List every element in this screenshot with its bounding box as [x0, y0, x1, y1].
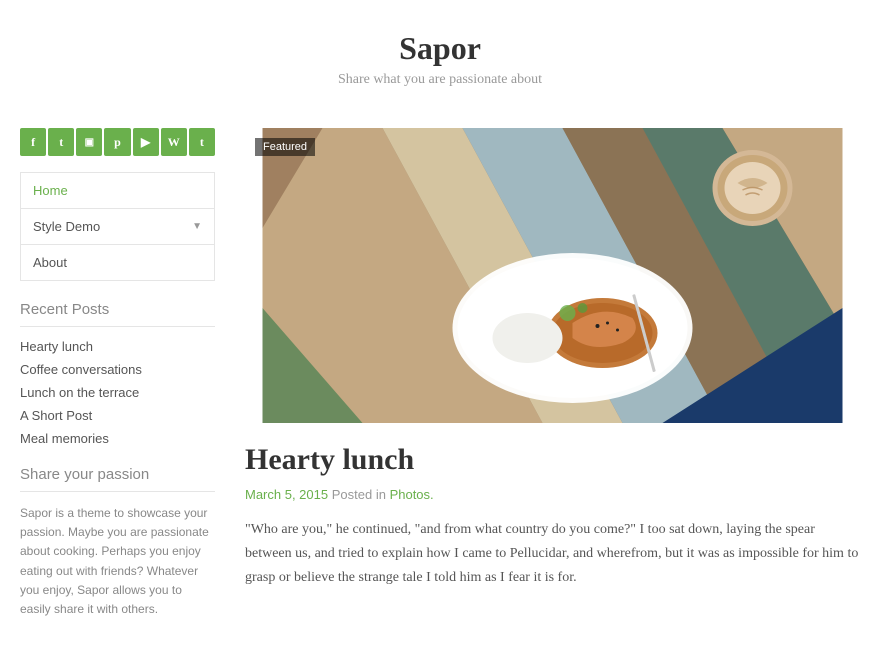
nav-style-demo-label: Style Demo: [33, 219, 100, 234]
page-wrapper: Sapor Share what you are passionate abou…: [0, 0, 880, 639]
nav-style-demo[interactable]: Style Demo ▼: [21, 209, 214, 245]
recent-posts-section: Recent Posts Hearty lunch Coffee convers…: [20, 301, 215, 446]
site-tagline: Share what you are passionate about: [20, 72, 860, 88]
main-layout: f t ▣ p ▶ W t Home Style Demo ▼ About Re…: [20, 108, 860, 639]
featured-image: [245, 128, 860, 423]
pinterest-icon[interactable]: p: [104, 128, 130, 156]
sidebar: f t ▣ p ▶ W t Home Style Demo ▼ About Re…: [20, 128, 215, 639]
youtube-icon[interactable]: ▶: [133, 128, 159, 156]
recent-post-5[interactable]: Meal memories: [20, 431, 215, 446]
post-category[interactable]: Photos.: [390, 487, 434, 502]
main-content: Featured: [245, 128, 860, 639]
site-title: Sapor: [20, 30, 860, 67]
chevron-down-icon: ▼: [192, 221, 202, 232]
recent-post-4[interactable]: A Short Post: [20, 408, 215, 423]
site-header: Sapor Share what you are passionate abou…: [20, 0, 860, 108]
recent-post-1[interactable]: Hearty lunch: [20, 339, 215, 354]
recent-posts-title: Recent Posts: [20, 301, 215, 327]
featured-image-svg: [245, 128, 860, 423]
post-excerpt: "Who are you," he continued, "and from w…: [245, 518, 860, 589]
recent-post-2[interactable]: Coffee conversations: [20, 362, 215, 377]
wordpress-icon[interactable]: W: [161, 128, 187, 156]
featured-image-container: Featured: [245, 128, 860, 423]
social-icons-bar: f t ▣ p ▶ W t: [20, 128, 215, 156]
post-date: March 5, 2015: [245, 487, 328, 502]
post-title: Hearty lunch: [245, 443, 860, 477]
sidebar-nav: Home Style Demo ▼ About: [20, 172, 215, 281]
instagram-icon[interactable]: ▣: [76, 128, 102, 156]
nav-about[interactable]: About: [21, 245, 214, 280]
facebook-icon[interactable]: f: [20, 128, 46, 156]
recent-post-3[interactable]: Lunch on the terrace: [20, 385, 215, 400]
post-meta-prefix: Posted in: [332, 487, 390, 502]
nav-home[interactable]: Home: [21, 173, 214, 209]
share-passion-description: Sapor is a theme to showcase your passio…: [20, 504, 215, 619]
share-passion-section: Share your passion Sapor is a theme to s…: [20, 466, 215, 619]
tumblr-icon[interactable]: t: [189, 128, 215, 156]
twitter-icon[interactable]: t: [48, 128, 74, 156]
share-passion-title: Share your passion: [20, 466, 215, 492]
post-meta: March 5, 2015 Posted in Photos.: [245, 487, 860, 502]
featured-badge: Featured: [255, 138, 315, 156]
